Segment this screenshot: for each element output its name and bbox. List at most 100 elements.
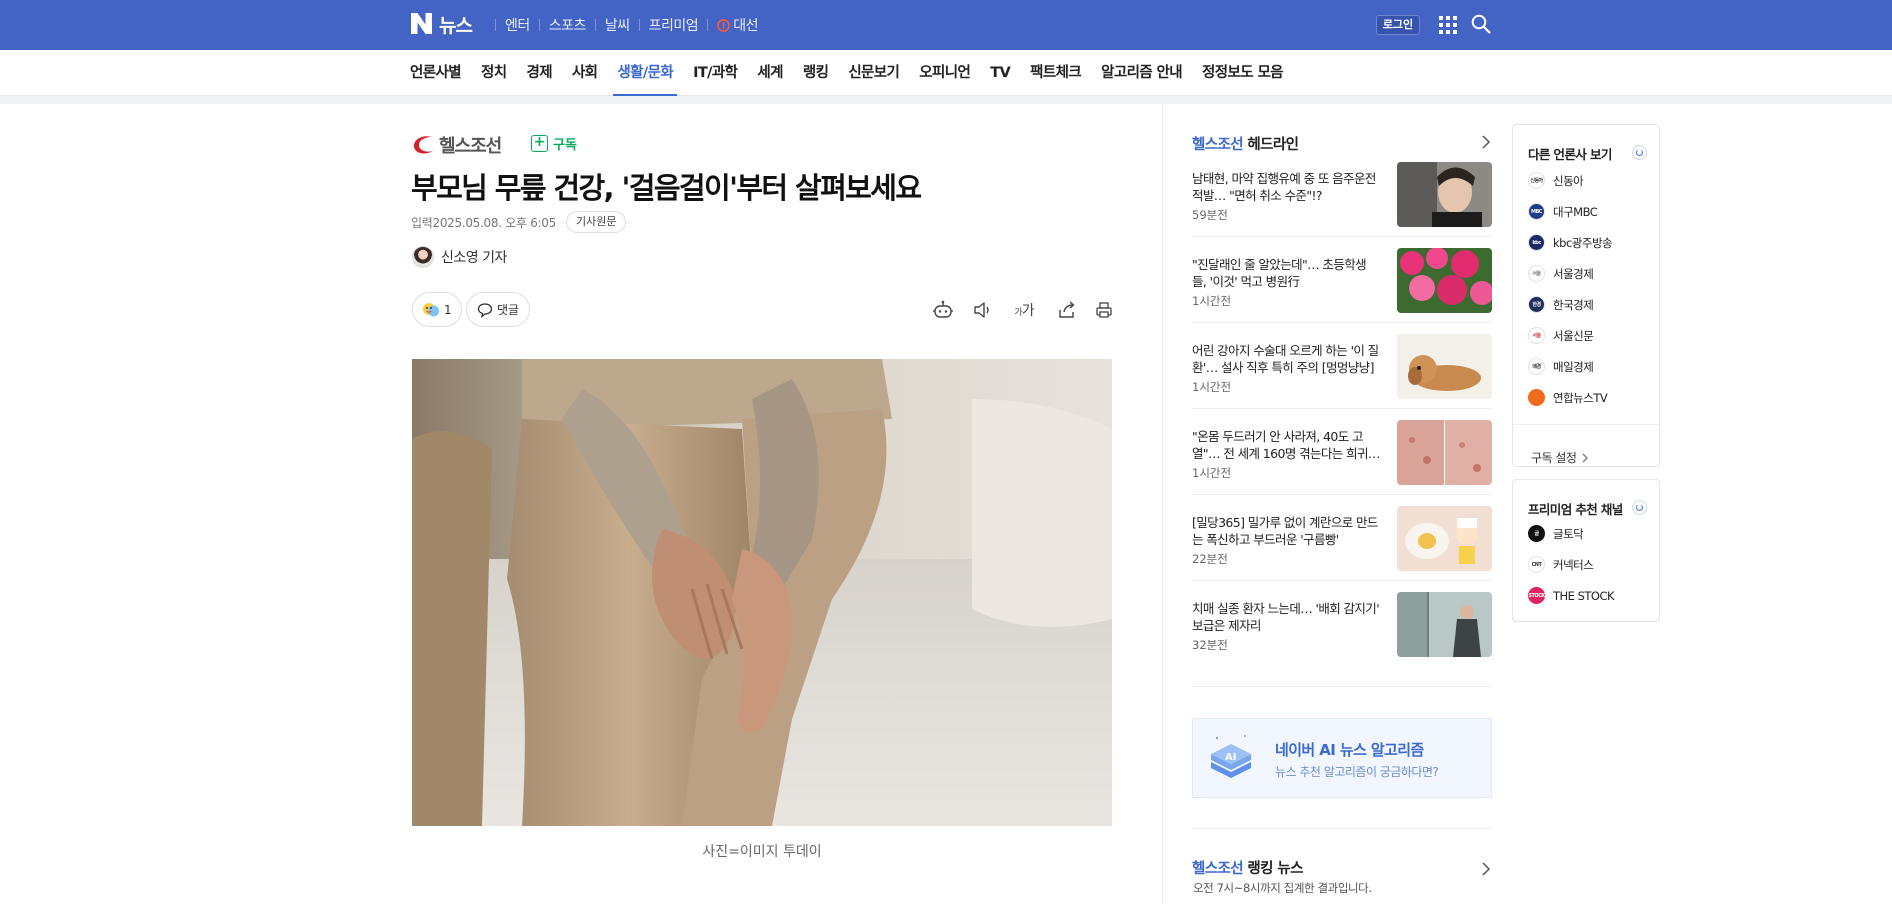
press-item[interactable]: 연합뉴스TV (1528, 389, 1608, 406)
category-it-science[interactable]: IT/과학 (689, 50, 741, 96)
service-title[interactable]: 뉴스 (439, 11, 473, 38)
press-item-name: 대구MBC (1553, 204, 1598, 219)
original-article-button[interactable]: 기사원문 (566, 211, 627, 233)
premium-item-name: 글토닥 (1553, 526, 1584, 541)
category-world[interactable]: 세계 (753, 50, 786, 96)
press-item-name: 연합뉴스TV (1553, 390, 1608, 405)
refresh-icon[interactable] (1632, 500, 1647, 515)
press-item-name: kbc광주방송 (1553, 235, 1613, 250)
article-headline: 부모님 무릎 건강, '걸음걸이'부터 살펴보세요 (411, 171, 922, 205)
category-algorithm[interactable]: 알고리즘 안내 (1097, 50, 1186, 96)
divider (1192, 828, 1492, 829)
naver-logo-icon[interactable] (411, 13, 432, 34)
refresh-icon[interactable] (1632, 145, 1647, 160)
apps-grid-icon[interactable] (1439, 16, 1457, 34)
press-item[interactable]: 한경 한국경제 (1528, 296, 1594, 313)
link-entertainment[interactable]: 엔터 (505, 15, 530, 35)
category-society[interactable]: 사회 (568, 50, 601, 96)
link-weather[interactable]: 날씨 (605, 15, 630, 35)
channel-badge: CNT (1531, 561, 1542, 568)
font-size-button[interactable]: 가가 (1013, 299, 1035, 321)
premium-item[interactable]: STOCK THE STOCK (1528, 587, 1615, 604)
headline-news-item[interactable]: 어린 강아지 수술대 오르게 하는 '이 질환'… 설사 직후 특히 주의 [멍… (1192, 334, 1492, 412)
press-ranking-title[interactable]: 헬스조선 랭킹 뉴스 (1192, 857, 1303, 878)
summary-bot-icon (933, 300, 953, 318)
ai-banner-subtitle: 뉴스 추천 알고리즘이 궁금하다면? (1275, 765, 1439, 779)
font-size-icon: 가가 (1014, 300, 1034, 320)
channel-badge: STOCK (1528, 592, 1545, 599)
press-headline-title[interactable]: 헬스조선 헤드라인 (1192, 133, 1299, 154)
headline-news-item[interactable]: [밀당365] 밀가루 없이 계란으로 만드는 폭신하고 부드러운 '구름빵' … (1192, 506, 1492, 584)
headline-news-item[interactable]: 남태현, 마약 집행유예 중 또 음주운전 적발… "면허 취소 수준"!? 5… (1192, 162, 1492, 240)
divider (495, 19, 496, 31)
channel-badge-icon: STOCK (1528, 587, 1545, 604)
article-date: 입력2025.05.08. 오후 6:05 (411, 214, 556, 231)
search-icon[interactable] (1471, 14, 1491, 34)
share-button[interactable] (1056, 299, 1078, 321)
press-badge-icon (1528, 389, 1545, 406)
font-size-glyph-small: 가 (1014, 308, 1022, 318)
premium-item[interactable]: 글 글토닥 (1528, 525, 1584, 542)
premium-item[interactable]: CNT 커넥터스 (1528, 556, 1594, 573)
press-item-name: 서울경제 (1553, 266, 1594, 281)
subscription-settings-link[interactable]: 구독 설정 (1531, 449, 1590, 466)
news-thumbnail (1397, 334, 1492, 399)
print-icon (1096, 302, 1112, 318)
press-item[interactable]: MBC 대구MBC (1528, 203, 1598, 220)
press-item[interactable]: kbc kbc광주방송 (1528, 234, 1613, 251)
premium-channel-panel: 프리미엄 추천 채널 글 글토닥 CNT 커넥터스 STOCK THE STOCK (1512, 479, 1660, 622)
news-thumbnail (1397, 420, 1492, 485)
press-badge: MBC (1531, 208, 1542, 215)
login-button[interactable]: 로그인 (1376, 15, 1420, 35)
press-name: 헬스조선 (439, 136, 502, 157)
print-button[interactable] (1093, 299, 1115, 321)
reaction-emoji-icon (423, 302, 439, 316)
press-item[interactable]: 매경 매일경제 (1528, 358, 1594, 375)
text-to-speech-button[interactable] (972, 299, 994, 321)
subscription-settings-label: 구독 설정 (1531, 451, 1577, 465)
category-economy[interactable]: 경제 (522, 50, 555, 96)
press-badge: 서울 (1532, 271, 1541, 277)
subscribe-button[interactable]: + 구독 (531, 134, 577, 153)
divider (1192, 408, 1492, 409)
category-by-press[interactable]: 언론사별 (406, 50, 465, 96)
reaction-button[interactable]: 1 (412, 292, 462, 327)
press-item[interactable]: 서울 서울신문 (1528, 327, 1594, 344)
divider (1192, 686, 1492, 687)
divider (1513, 424, 1659, 425)
press-badge-icon: MBC (1528, 203, 1545, 220)
news-thumbnail (1397, 248, 1492, 313)
summary-bot-button[interactable] (932, 299, 954, 321)
category-tv[interactable]: TV (986, 50, 1014, 96)
link-election[interactable]: 대선 (717, 15, 758, 35)
link-sports[interactable]: 스포츠 (549, 15, 587, 35)
chevron-right-icon[interactable] (1480, 862, 1492, 876)
headline-news-item[interactable]: "진달래인 줄 알았는데"… 초등학생들, '이것' 먹고 병원行 1시간전 (1192, 248, 1492, 326)
category-newspaper[interactable]: 신문보기 (844, 50, 903, 96)
category-politics[interactable]: 정치 (477, 50, 510, 96)
news-thumbnail (1397, 592, 1492, 657)
press-item-name: 매일경제 (1553, 359, 1594, 374)
press-item[interactable]: 서울 서울경제 (1528, 265, 1594, 282)
headline-news-item[interactable]: "온몸 두드러기 안 사라져, 40도 고열"… 전 세계 160명 겪는다는 … (1192, 420, 1492, 498)
ai-algorithm-banner[interactable]: AI 네이버 AI 뉴스 알고리즘 뉴스 추천 알고리즘이 궁금하다면? (1192, 718, 1492, 798)
category-corrections[interactable]: 정정보도 모음 (1198, 50, 1287, 96)
headline-news-item[interactable]: 치매 실종 환자 느는데… '배회 감지기' 보급은 제자리 32분전 (1192, 592, 1492, 670)
chevron-right-icon[interactable] (1480, 135, 1492, 149)
divider (1192, 322, 1492, 323)
plus-icon: + (531, 135, 548, 152)
link-premium[interactable]: 프리미엄 (649, 15, 699, 35)
press-item[interactable]: 신동아 신동아 (1528, 172, 1584, 189)
news-time: 1시간전 (1192, 380, 1232, 394)
press-badge: 한경 (1532, 302, 1541, 308)
category-ranking[interactable]: 랭킹 (799, 50, 832, 96)
news-thumbnail (1397, 162, 1492, 227)
category-opinion[interactable]: 오피니언 (915, 50, 974, 96)
comment-button[interactable]: 댓글 (466, 292, 531, 327)
chevron-right-icon (1583, 453, 1589, 462)
press-badge: 서울 (1532, 333, 1541, 339)
reporter-byline[interactable]: 신소영 기자 (412, 246, 507, 268)
category-factcheck[interactable]: 팩트체크 (1026, 50, 1085, 96)
press-logo[interactable]: 헬스조선 (412, 132, 502, 158)
category-life-culture[interactable]: 생활/문화 (613, 50, 677, 96)
